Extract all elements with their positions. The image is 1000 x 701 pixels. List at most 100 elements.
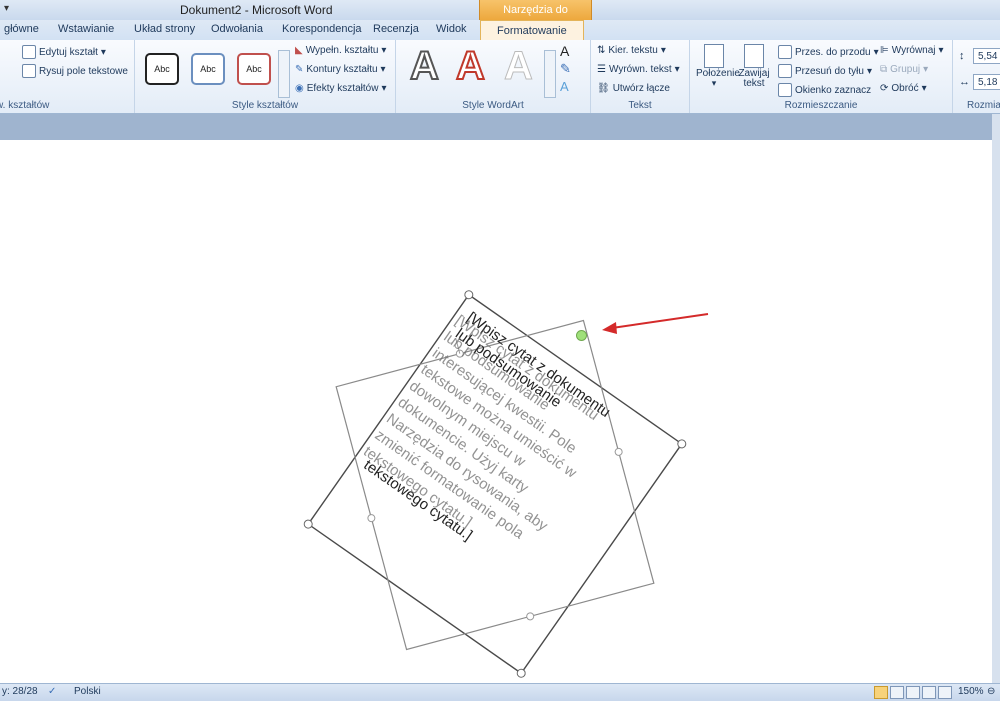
shape-height-input[interactable]: 5,54 c	[973, 48, 1000, 64]
wordart-gallery-scroll[interactable]	[544, 50, 556, 98]
align-label: Wyrównaj	[891, 45, 936, 56]
text-direction-button[interactable]: ⇅ Kier. tekstu ▾	[597, 45, 666, 56]
send-backward-button[interactable]: Przesuń do tyłu ▾	[778, 64, 872, 78]
align-text-icon: ☰	[597, 64, 606, 75]
tab-insert[interactable]: Wstawianie	[58, 23, 114, 35]
quick-access-dropdown-icon[interactable]: ▾	[4, 3, 9, 14]
tab-review[interactable]: Recenzja	[373, 23, 419, 35]
link-icon: ⛓	[597, 83, 610, 94]
rotate-icon: ⟳	[880, 83, 889, 94]
group-label: Rozmieszczanie	[784, 100, 858, 111]
chevron-down-icon: ▾	[660, 45, 666, 56]
spellcheck-icon[interactable]: ✓	[48, 686, 56, 697]
align-text-button[interactable]: ☰ Wyrówn. tekst ▾	[597, 64, 680, 75]
rotate-label: Obróć	[891, 83, 919, 94]
zoom-out-icon[interactable]: ⊖	[987, 686, 995, 697]
group-label: Style WordArt	[462, 100, 524, 111]
chevron-down-icon: ▾	[923, 64, 929, 75]
group-label-text: Grupuj	[890, 64, 921, 75]
group-insert-shapes: Edytuj kształt ▾ Rysuj pole tekstowe w. …	[0, 40, 135, 113]
height-icon: ↕	[959, 50, 965, 62]
group-label: Style kształtów	[231, 100, 299, 111]
shape-effects-button[interactable]: ◉ Efekty kształtów ▾	[295, 83, 386, 94]
shape-outline-button[interactable]: ✎ Kontury kształtu ▾	[295, 64, 386, 75]
group-label: Rozmia	[967, 100, 1000, 111]
status-bar: y: 28/28 ✓ Polski 150% ⊖	[0, 683, 1000, 701]
ribbon: Edytuj kształt ▾ Rysuj pole tekstowe w. …	[0, 40, 1000, 114]
bring-forward-button[interactable]: Przes. do przodu ▾	[778, 45, 879, 59]
shape-effects-label: Efekty kształtów	[306, 83, 379, 94]
bring-forward-label: Przes. do przodu	[795, 46, 871, 58]
red-arrow-line	[611, 313, 709, 329]
tab-page-layout[interactable]: Układ strony	[134, 23, 195, 35]
chevron-down-icon: ▾	[381, 45, 387, 56]
ribbon-tab-bar: główne Wstawianie Układ strony Odwołania…	[0, 20, 1000, 41]
vertical-scrollbar[interactable]	[992, 114, 1000, 683]
web-layout-view-icon[interactable]	[906, 686, 920, 699]
wordart-sample-3[interactable]: A	[504, 44, 534, 89]
selection-pane-label: Okienko zaznacz	[795, 84, 872, 96]
align-icon: ⊫	[880, 45, 889, 56]
rotation-handle[interactable]	[576, 330, 587, 341]
draw-textbox-button[interactable]: Rysuj pole tekstowe	[22, 64, 128, 78]
shape-style-sample-3[interactable]: Abc	[237, 53, 271, 85]
group-label: Tekst	[628, 100, 652, 111]
chevron-down-icon: ▾	[938, 45, 944, 56]
rotate-button[interactable]: ⟳ Obróć ▾	[880, 83, 927, 94]
edit-shape-button[interactable]: Edytuj kształt ▾	[22, 45, 106, 59]
position-button[interactable]: Położenie ▾	[696, 44, 740, 88]
text-direction-label: Kier. tekstu	[608, 45, 658, 56]
group-shape-styles: Abc Abc Abc ◣ Wypełn. kształtu ▾ ✎ Kontu…	[135, 40, 396, 113]
wordart-sample-2[interactable]: A	[455, 43, 486, 89]
chevron-down-icon: ▾	[674, 64, 680, 75]
text-effects-icon[interactable]: A	[560, 79, 569, 94]
draft-view-icon[interactable]	[938, 686, 952, 699]
group-button[interactable]: ⧉ Grupuj ▾	[880, 64, 928, 75]
window-title: Dokument2 - Microsoft Word	[180, 3, 333, 17]
text-fill-icon[interactable]: A	[560, 43, 569, 59]
tab-format[interactable]: Formatowanie	[480, 20, 584, 41]
tab-references[interactable]: Odwołania	[211, 23, 263, 35]
shape-style-sample-1[interactable]: Abc	[145, 53, 179, 85]
group-icon: ⧉	[880, 64, 888, 75]
paint-bucket-icon: ◣	[295, 45, 303, 56]
effects-icon: ◉	[295, 83, 304, 94]
language-indicator[interactable]: Polski	[74, 686, 101, 697]
chevron-down-icon: ▾	[921, 83, 927, 94]
red-arrow-head	[602, 322, 617, 334]
tab-view[interactable]: Widok	[436, 23, 467, 35]
shape-width-input[interactable]: 5,18 c	[973, 74, 1000, 90]
chevron-down-icon: ▾	[711, 78, 717, 88]
wrap-text-button[interactable]: Zawijaj tekst	[736, 44, 772, 89]
contextual-tab-header: Narzędzia do rysowania	[479, 0, 592, 36]
selection-pane-icon	[778, 83, 792, 97]
bring-forward-icon	[778, 45, 792, 59]
draw-textbox-label: Rysuj pole tekstowe	[39, 65, 128, 77]
width-icon: ↔	[959, 76, 970, 88]
create-link-button[interactable]: ⛓ Utwórz łącze	[597, 83, 670, 94]
zoom-level[interactable]: 150%	[958, 686, 984, 697]
align-button[interactable]: ⊫ Wyrównaj ▾	[880, 45, 944, 56]
chevron-down-icon: ▾	[100, 46, 106, 58]
shape-fill-button[interactable]: ◣ Wypełn. kształtu ▾	[295, 45, 386, 56]
group-text: ⇅ Kier. tekstu ▾ ☰ Wyrówn. tekst ▾ ⛓ Utw…	[591, 40, 690, 113]
group-arrange: Położenie ▾ Zawijaj tekst Przes. do przo…	[690, 40, 953, 113]
print-layout-view-icon[interactable]	[874, 686, 888, 699]
position-icon	[704, 44, 724, 68]
shape-style-sample-2[interactable]: Abc	[191, 53, 225, 85]
create-link-label: Utwórz łącze	[612, 83, 670, 94]
send-backward-icon	[778, 64, 792, 78]
group-wordart: A A A A ✎ A Style WordArt	[396, 40, 591, 113]
tab-mailings[interactable]: Korespondencja	[282, 23, 362, 35]
full-screen-view-icon[interactable]	[890, 686, 904, 699]
tab-home[interactable]: główne	[4, 23, 39, 35]
shape-fill-label: Wypełn. kształtu	[305, 45, 379, 56]
text-direction-icon: ⇅	[597, 45, 606, 56]
outline-view-icon[interactable]	[922, 686, 936, 699]
word-count[interactable]: y: 28/28	[2, 686, 38, 697]
selection-pane-button[interactable]: Okienko zaznacz	[778, 83, 871, 97]
wordart-sample-1[interactable]: A	[409, 43, 440, 89]
styles-gallery-scroll[interactable]	[278, 50, 290, 98]
text-outline-icon[interactable]: ✎	[560, 61, 571, 77]
document-page[interactable]: [Wpisz cytat z dokumentu lub podsumowani…	[0, 140, 992, 683]
